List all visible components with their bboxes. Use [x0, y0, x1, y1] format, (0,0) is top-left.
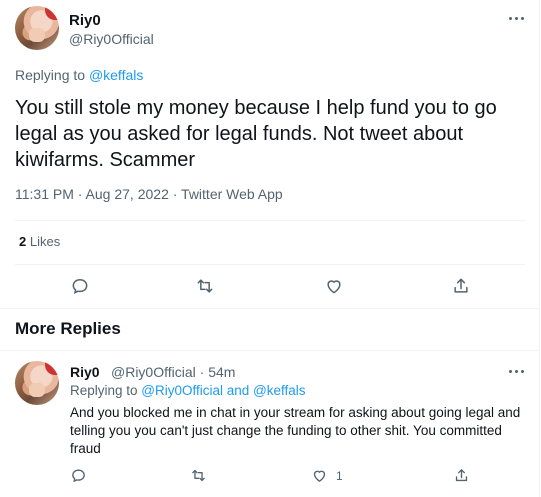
avatar[interactable] [15, 361, 59, 405]
likes-stat[interactable]: 2 Likes [19, 234, 60, 249]
avatar-image-hat [45, 361, 59, 375]
avatar-image [29, 383, 45, 397]
like-button[interactable]: 1 [311, 467, 343, 484]
divider [15, 264, 525, 265]
replying-to: Replying to @Riy0Official and @keffals [70, 383, 306, 398]
replying-to-label: Replying to [15, 67, 89, 83]
tweet-text: You still stole my money because I help … [15, 97, 497, 171]
replying-to-handles[interactable]: @Riy0Official and @keffals [141, 383, 305, 398]
like-count: 1 [336, 468, 343, 483]
more-options-icon[interactable] [509, 15, 529, 21]
reply-author-handle[interactable]: @Riy0Official · 54m [111, 364, 235, 380]
more-options-icon[interactable] [509, 368, 529, 374]
share-icon [455, 469, 468, 482]
comment-icon [72, 278, 88, 295]
divider [0, 350, 540, 351]
replying-to: Replying to @keffals [15, 67, 143, 83]
replying-to-handle[interactable]: @keffals [89, 67, 143, 83]
comment-icon [72, 469, 85, 483]
tweet-timestamp[interactable]: 11:31 PM · Aug 27, 2022 · Twitter Web Ap… [15, 186, 283, 202]
reply-author-name[interactable]: Riy0 [70, 364, 100, 380]
share-icon [454, 278, 468, 293]
heart-icon [327, 280, 341, 294]
reply-button[interactable] [63, 269, 97, 303]
like-button[interactable] [317, 269, 351, 303]
author-name[interactable]: Riy0 [69, 12, 101, 29]
share-button[interactable] [444, 269, 478, 303]
share-button[interactable] [453, 467, 470, 484]
author-handle[interactable]: @Riy0Official [69, 31, 154, 47]
heart-icon [313, 470, 326, 482]
retweet-icon [192, 469, 205, 482]
avatar[interactable] [15, 6, 59, 50]
avatar-image [29, 28, 45, 42]
divider [0, 308, 540, 309]
reply-text: And you blocked me in chat in your strea… [70, 405, 521, 456]
reply-button[interactable] [70, 467, 87, 484]
tweet-detail: Riy0 @Riy0Official Replying to @keffals … [0, 0, 540, 497]
avatar-image-hat [45, 6, 59, 20]
likes-label: Likes [29, 234, 61, 249]
replying-to-label: Replying to [70, 383, 142, 398]
retweet-icon [197, 279, 213, 293]
divider [15, 220, 525, 221]
likes-count: 2 [19, 234, 27, 249]
retweet-button[interactable] [190, 467, 207, 484]
retweet-button[interactable] [188, 269, 222, 303]
section-title: More Replies [15, 319, 121, 338]
